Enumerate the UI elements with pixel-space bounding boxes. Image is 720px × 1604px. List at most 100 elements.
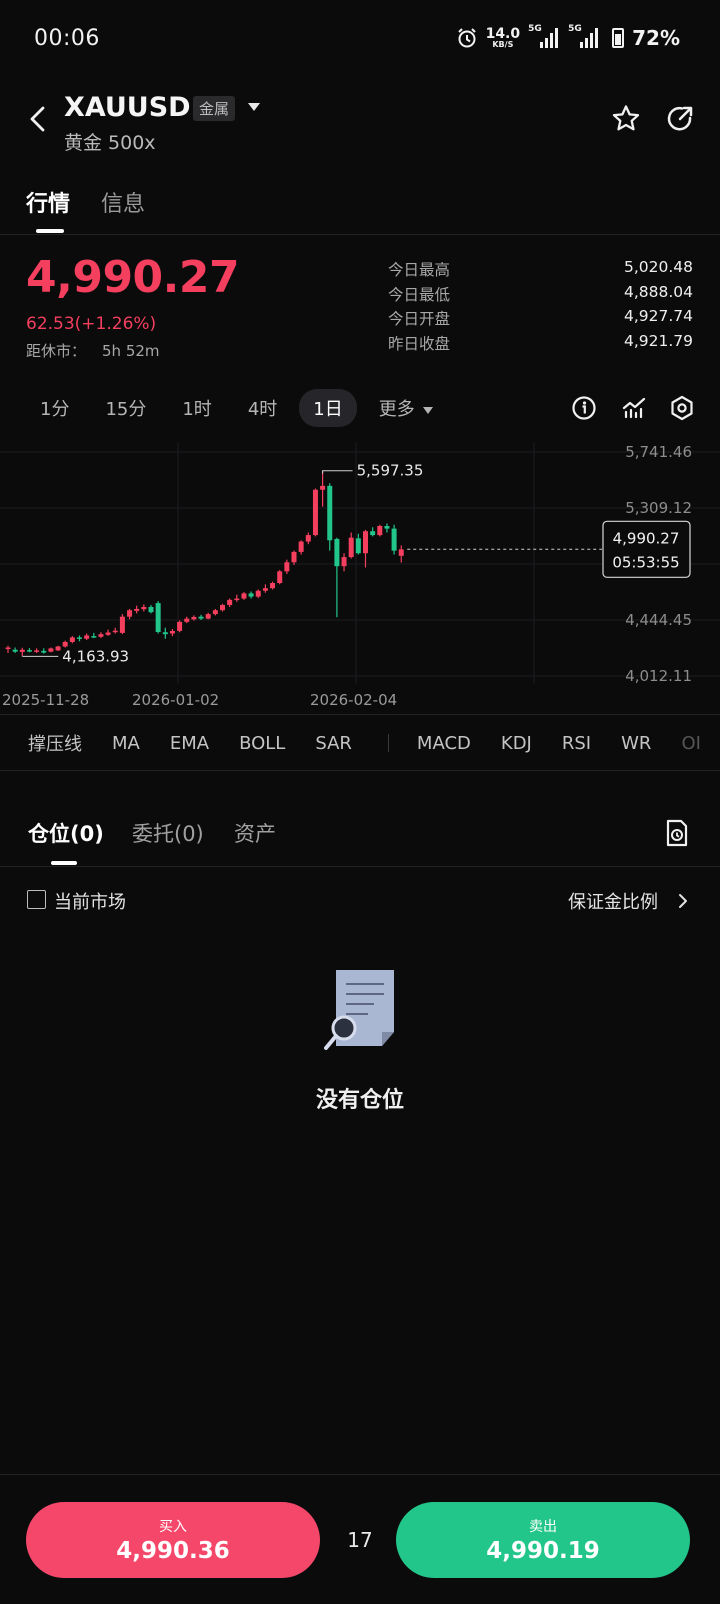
symbol-title[interactable]: XAUUSD: [64, 92, 191, 123]
candle-body: [119, 616, 125, 633]
symbol-subtitle: 黄金 500x: [64, 132, 156, 154]
interval-more[interactable]: 更多: [365, 389, 447, 427]
tab-orders[interactable]: 委托(0): [132, 818, 204, 848]
candlestick-chart[interactable]: 5,597.35 4,163.93 5,741.46 5,309.12 4,444.45…: [0, 442, 720, 714]
current-market-label[interactable]: 当前市场: [54, 888, 126, 914]
low-annotation: 4,163.93: [62, 647, 129, 665]
buy-button[interactable]: 买入 4,990.36: [26, 1502, 320, 1578]
candle-body: [348, 537, 354, 558]
interval-1h[interactable]: 1时: [168, 389, 225, 427]
candle-body: [270, 583, 276, 589]
sell-button[interactable]: 卖出 4,990.19: [396, 1502, 690, 1578]
candle-body: [355, 538, 361, 554]
stat-open: 今日开盘 4,927.74: [388, 307, 693, 328]
candle-body: [41, 650, 47, 653]
candle-body: [241, 593, 247, 599]
candle-body: [341, 557, 347, 567]
tab-assets[interactable]: 资产: [234, 818, 276, 848]
margin-ratio-link[interactable]: 保证金比例: [568, 888, 658, 914]
candle-body: [384, 526, 390, 529]
active-tab-indicator: [36, 229, 64, 233]
candle-body: [370, 531, 376, 536]
candle-body: [284, 562, 290, 572]
candle-body: [198, 616, 204, 619]
alarm-icon: [457, 28, 476, 48]
candle-body: [262, 588, 268, 591]
x-tick-label: 2025-11-28: [2, 691, 89, 709]
candle-body: [363, 531, 368, 554]
info-icon[interactable]: [570, 394, 598, 422]
tab-info[interactable]: 信息: [101, 186, 145, 218]
candle-body: [91, 636, 97, 638]
divider: [0, 770, 720, 771]
candle-body: [227, 599, 233, 606]
indicator-kdj[interactable]: KDJ: [501, 733, 532, 754]
candle-body: [55, 646, 61, 651]
candle-body: [277, 571, 283, 584]
battery-percent: 72%: [632, 26, 680, 50]
indicator-sar[interactable]: SAR: [315, 733, 352, 754]
indicator-oi[interactable]: OI: [681, 733, 700, 754]
indicator-rsi[interactable]: RSI: [562, 733, 591, 754]
stat-prev-close: 昨日收盘 4,921.79: [388, 331, 693, 353]
candle-body: [291, 551, 297, 563]
stat-high: 今日最高 5,020.48: [388, 258, 693, 279]
candle-body: [298, 541, 304, 552]
candle-body: [48, 648, 54, 652]
share-icon[interactable]: [665, 104, 695, 134]
divider: [0, 234, 720, 235]
tab-positions[interactable]: 仓位(0): [28, 818, 104, 848]
candle-body: [5, 647, 11, 650]
chevron-right-icon[interactable]: [678, 893, 688, 909]
settings-hexagon-icon[interactable]: [668, 394, 696, 422]
clock: 00:06: [34, 26, 100, 51]
candle-body: [19, 649, 25, 652]
divider: [0, 866, 720, 867]
interval-1d[interactable]: 1日: [299, 389, 357, 427]
candle-body: [177, 621, 183, 631]
candle-body: [234, 598, 240, 601]
candle-body: [312, 489, 318, 536]
indicator-boll[interactable]: BOLL: [239, 733, 285, 754]
candle-body: [334, 538, 340, 567]
candle-body: [305, 535, 311, 542]
candle-body: [220, 605, 225, 611]
indicator-macd[interactable]: MACD: [417, 733, 471, 754]
signal-icon: 5G: [528, 24, 559, 48]
candle-body: [391, 528, 397, 551]
star-icon[interactable]: [611, 104, 641, 134]
signal-icon: 5G: [568, 24, 599, 48]
indicator-wr[interactable]: WR: [621, 733, 651, 754]
market-close-countdown: 距休市： 5h 52m: [26, 342, 160, 360]
indicator-ema[interactable]: EMA: [170, 733, 209, 754]
candle-body: [205, 614, 211, 619]
interval-1m[interactable]: 1分: [26, 389, 83, 427]
candle-body: [191, 616, 197, 620]
order-history-icon[interactable]: [664, 818, 690, 848]
candle-body: [69, 637, 75, 642]
daily-stats: 今日最高 5,020.48 今日最低 4,888.04 今日开盘 4,927.74 昨…: [388, 258, 693, 356]
tab-market[interactable]: 行情: [26, 186, 70, 218]
back-arrow-icon[interactable]: [26, 104, 52, 134]
indicator-separator: [387, 734, 389, 752]
indicator-support-resistance[interactable]: 撑压线: [28, 730, 82, 756]
network-speed: 14.0 KB/S: [485, 26, 521, 49]
y-tick-label: 5,741.46: [625, 443, 692, 461]
category-tag: 金属: [193, 96, 236, 121]
symbol-dropdown-icon[interactable]: [248, 103, 260, 111]
interval-15m[interactable]: 15分: [91, 389, 160, 427]
candle-body: [134, 608, 140, 611]
divider: [0, 1474, 720, 1475]
current-price-label: 4,990.27: [613, 529, 680, 547]
candle-body: [320, 485, 326, 490]
candle-body: [26, 650, 32, 652]
divider: [0, 714, 720, 715]
candle-body: [155, 603, 161, 632]
current-price: 4,990.27: [26, 252, 240, 303]
indicator-chart-icon[interactable]: [620, 394, 648, 422]
x-tick-label: 2026-02-04: [310, 691, 397, 709]
indicator-ma[interactable]: MA: [112, 733, 140, 754]
interval-4h[interactable]: 4时: [234, 389, 291, 427]
active-tab-indicator: [51, 861, 77, 865]
current-market-checkbox[interactable]: [27, 890, 46, 909]
